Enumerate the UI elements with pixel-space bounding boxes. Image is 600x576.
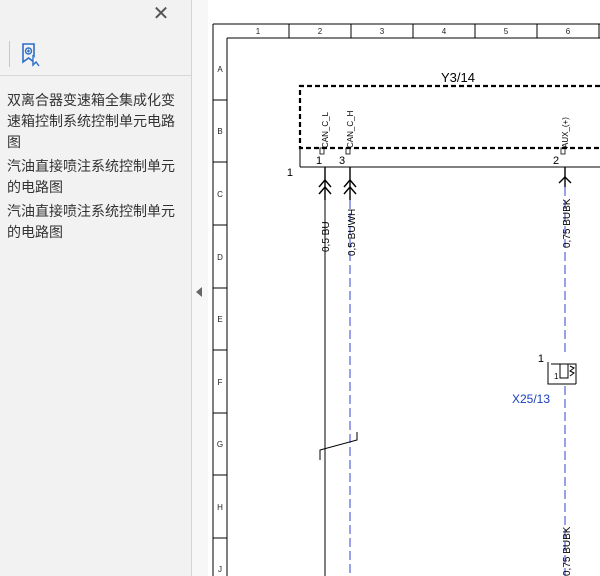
document-view[interactable]: 1 2 3 4 5 6 A B C D E F G H J Y3/14 1 CA… xyxy=(209,0,600,576)
bookmark-item[interactable]: 汽油直接喷注系统控制单元的电路图 xyxy=(0,201,191,244)
close-icon[interactable]: ✕ xyxy=(150,2,172,24)
connector-arrow xyxy=(343,167,357,200)
column-label: 2 xyxy=(318,27,323,36)
wire-label: 0,5 BU xyxy=(321,221,332,252)
panel-splitter[interactable] xyxy=(192,0,208,576)
row-label: G xyxy=(217,440,223,449)
wire-label: 0,75 BUBK xyxy=(562,526,573,576)
connector-arrow xyxy=(318,167,332,200)
bookmark-icon[interactable] xyxy=(18,41,44,67)
column-label: 1 xyxy=(256,27,261,36)
pin-label: AUX_(+) xyxy=(561,117,570,148)
toolbar-divider xyxy=(9,41,10,67)
row-label: D xyxy=(217,253,223,262)
connector-symbol xyxy=(547,362,577,385)
wire-label: 0,75 BUBK xyxy=(562,198,573,248)
column-label: 4 xyxy=(442,27,447,36)
bookmark-item[interactable]: 汽油直接喷注系统控制单元的电路图 xyxy=(0,156,191,199)
row-label: J xyxy=(218,565,222,574)
connector-id[interactable]: X25/13 xyxy=(512,392,550,406)
pin-number: 2 xyxy=(553,155,559,167)
connector-arrow xyxy=(558,167,572,187)
column-label: 5 xyxy=(504,27,509,36)
pin-number: 3 xyxy=(339,155,345,167)
wiring-diagram: 1 2 3 4 5 6 A B C D E F G H J Y3/14 1 CA… xyxy=(212,23,600,576)
row-label: B xyxy=(217,127,222,136)
component-ref-number: 1 xyxy=(287,167,293,179)
column-label: 3 xyxy=(380,27,385,36)
row-label: C xyxy=(217,190,223,199)
bookmarks-panel: ✕ 双离合器变速箱全集成化变速箱控制系统控制单元电路图 汽油直接喷注系统控制单元… xyxy=(0,0,192,576)
pin-label: CAN_C_H xyxy=(346,110,355,148)
component-id: Y3/14 xyxy=(441,70,475,85)
sidebar-toolbar xyxy=(0,33,191,76)
twisted-pair-marker xyxy=(319,432,358,460)
connector-number: 1 xyxy=(538,353,544,365)
row-label: E xyxy=(217,315,222,324)
connector-pin: 1 xyxy=(554,372,559,381)
bookmark-list: 双离合器变速箱全集成化变速箱控制系统控制单元电路图 汽油直接喷注系统控制单元的电… xyxy=(0,90,191,246)
row-label: A xyxy=(217,65,223,74)
row-label: F xyxy=(218,378,223,387)
row-label: H xyxy=(217,503,223,512)
pin-label: CAN_C_L xyxy=(321,111,330,148)
bookmark-item[interactable]: 双离合器变速箱全集成化变速箱控制系统控制单元电路图 xyxy=(0,90,191,154)
collapse-left-icon[interactable] xyxy=(196,287,202,297)
column-label: 6 xyxy=(566,27,571,36)
wire-label: 0,5 BUWH xyxy=(347,209,358,256)
pin-number: 1 xyxy=(316,155,322,167)
